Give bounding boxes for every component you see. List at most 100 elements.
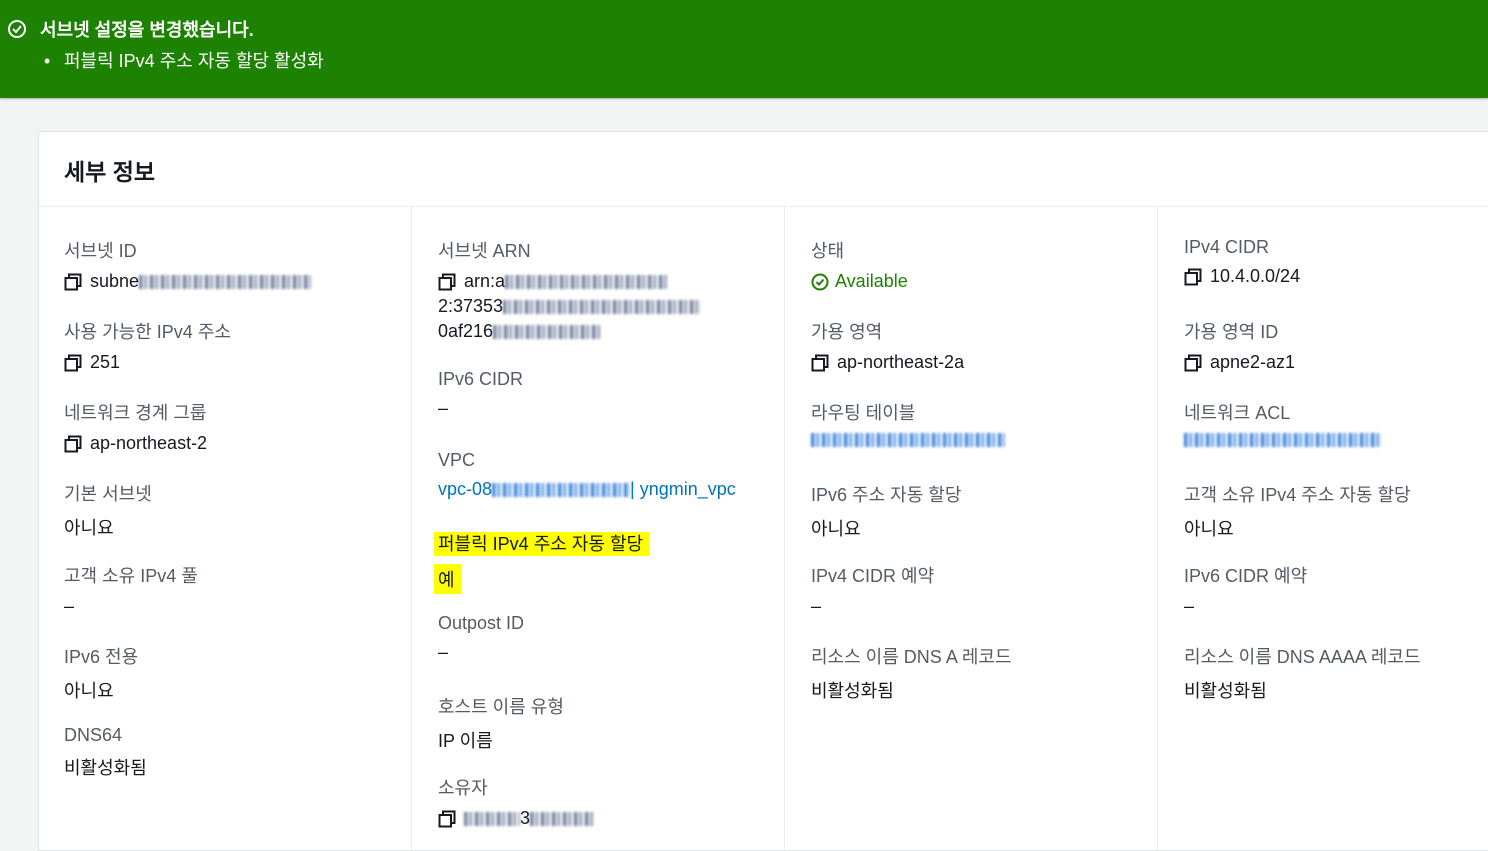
public-ipv4-label-wrap: 퍼블릭 IPv4 주소 자동 할당 [434,530,650,556]
ipv6-only-value: 아니요 [64,681,114,701]
network-border-value-row: ap-northeast-2 [64,433,207,454]
copy-icon[interactable] [811,354,829,372]
hostname-type-field: 호스트 이름 유형 IP 이름 [438,693,564,753]
az-id-field: 가용 영역 ID apne2-az1 [1184,318,1295,373]
network-border-value: ap-northeast-2 [90,433,208,453]
copy-icon[interactable] [438,273,456,291]
copy-icon[interactable] [438,810,456,828]
available-ipv4-value: 251 [90,352,121,372]
ipv6-cidr-reservation-field: IPv6 CIDR 예약 – [1184,562,1307,617]
network-acl-link[interactable] [1184,433,1382,447]
public-ipv4-auto-assign-field: 퍼블릭 IPv4 주소 자동 할당 예 [434,530,650,594]
az-id-value: apne2-az1 [1210,352,1296,372]
az-label: 가용 영역 [811,322,883,342]
route-table-label: 라우팅 테이블 [811,403,916,423]
dns-aaaa-record-field: 리소스 이름 DNS AAAA 레코드 비활성화됨 [1184,643,1421,703]
vpc-label: VPC [438,450,476,470]
dns-a-label: 리소스 이름 DNS A 레코드 [811,647,1012,667]
owner-value-row: 3 [438,808,595,829]
subnet-id-value-row: subne [64,271,312,292]
dns-a-record-field: 리소스 이름 DNS A 레코드 비활성화됨 [811,643,1012,703]
panel-title: 세부 정보 [64,159,156,185]
public-ipv4-value-wrap: 예 [434,564,649,594]
vpc-field: VPC vpc-08 | yngmin_vpc [438,450,736,500]
subnet-id-field: 서브넷 ID subne [64,237,312,292]
flash-list: • 퍼블릭 IPv4 주소 자동 할당 활성화 [44,47,324,73]
redacted-owner-2 [530,811,595,826]
customer-ipv4-auto-field: 고객 소유 IPv4 주소 자동 할당 아니요 [1184,481,1411,541]
default-subnet-label: 기본 서브넷 [64,484,152,504]
redacted-arn-1 [505,274,668,289]
network-border-group-field: 네트워크 경계 그룹 ap-northeast-2 [64,399,207,454]
arn-line3-text: 0af216 [438,321,494,341]
subnet-arn-label: 서브넷 ARN [438,241,531,261]
flash-bullet: • [44,51,51,71]
outpost-id-field: Outpost ID – [438,613,524,663]
state-field: 상태 Available [811,237,908,292]
copy-icon[interactable] [1184,268,1202,286]
hostname-type-label: 호스트 이름 유형 [438,697,564,717]
az-value-row: ap-northeast-2a [811,352,964,373]
route-table-link[interactable] [811,433,1005,447]
subnet-arn-field: 서브넷 ARN arn:a 2:37353 0af216 [438,237,702,342]
ipv4-cidr-value: 10.4.0.0/24 [1210,266,1301,286]
status-check-icon [811,273,829,290]
available-ipv4-field: 사용 가능한 IPv4 주소 251 [64,318,231,373]
owner-field: 소유자 3 [438,774,595,829]
copy-icon[interactable] [64,273,82,291]
redacted-subnet-id [139,274,312,289]
success-flash-banner: 서브넷 설정을 변경했습니다. • 퍼블릭 IPv4 주소 자동 할당 활성화 [0,0,1488,98]
redacted-owner-1 [464,811,520,826]
redacted-route-table [811,433,1005,447]
customer-pool-value: – [64,596,75,616]
subnet-id-value: subne [90,271,140,291]
default-subnet-value: 아니요 [64,518,114,538]
copy-icon[interactable] [64,435,82,453]
redacted-arn-3 [493,324,602,339]
available-ipv4-label: 사용 가능한 IPv4 주소 [64,322,231,342]
outpost-value: – [438,642,449,662]
dns64-label: DNS64 [64,725,123,745]
ipv4-cidr-reservation-value: – [811,596,822,616]
network-border-label: 네트워크 경계 그룹 [64,403,207,423]
details-column-1: 서브넷 ID subne 사용 가능한 IPv4 주소 251 네트워크 경계 … [64,207,412,850]
details-column-3: 상태 Available 가용 영역 ap-northeast-2a 라우팅 테… [784,207,1158,850]
dns-a-value: 비활성화됨 [811,681,894,701]
ipv6-cidr-reservation-label: IPv6 CIDR 예약 [1184,566,1308,586]
available-ipv4-value-row: 251 [64,352,231,373]
ipv4-cidr-field: IPv4 CIDR 10.4.0.0/24 [1184,237,1300,287]
copy-icon[interactable] [1184,354,1202,372]
ipv4-cidr-value-row: 10.4.0.0/24 [1184,266,1300,287]
ipv6-only-field: IPv6 전용 아니요 [64,643,138,703]
subnet-arn-line3: 0af216 [438,321,701,342]
customer-pool-label: 고객 소유 IPv4 풀 [64,566,198,586]
ipv6-auto-assign-field: IPv6 주소 자동 할당 아니요 [811,481,961,541]
details-panel: 세부 정보 서브넷 ID subne 사용 가능한 IPv4 주소 251 네트… [38,131,1488,851]
az-id-value-row: apne2-az1 [1184,352,1295,373]
copy-icon[interactable] [64,354,82,372]
ipv6-only-label: IPv6 전용 [64,647,139,667]
customer-pool-field: 고객 소유 IPv4 풀 – [64,562,198,617]
ipv4-cidr-reservation-label: IPv4 CIDR 예약 [811,566,935,586]
ipv6-cidr-value: – [438,398,449,418]
details-column-2: 서브넷 ARN arn:a 2:37353 0af216 IPv6 CIDR – [411,207,785,850]
dns-aaaa-value: 비활성화됨 [1184,681,1267,701]
dns64-value: 비활성화됨 [64,758,147,778]
route-table-field: 라우팅 테이블 [811,399,1005,447]
state-value-row: Available [811,271,908,292]
subnet-arn-line1: arn:a [438,271,701,292]
public-ipv4-label: 퍼블릭 IPv4 주소 자동 할당 [434,532,650,556]
owner-value: 3 [520,808,531,828]
hostname-type-value: IP 이름 [438,731,493,751]
vpc-link[interactable]: vpc-08 | yngmin_vpc [438,479,736,500]
vpc-name: | yngmin_vpc [630,479,736,499]
ipv4-cidr-reservation-field: IPv4 CIDR 예약 – [811,562,934,617]
public-ipv4-value: 예 [434,564,461,594]
ipv6-cidr-reservation-value: – [1184,596,1195,616]
details-column-4: IPv4 CIDR 10.4.0.0/24 가용 영역 ID apne2-az1… [1157,207,1488,850]
flash-item: 퍼블릭 IPv4 주소 자동 할당 활성화 [64,51,324,71]
az-id-label: 가용 영역 ID [1184,322,1279,342]
ipv6-cidr-field: IPv6 CIDR – [438,369,523,419]
default-subnet-field: 기본 서브넷 아니요 [64,480,152,540]
dns-aaaa-label: 리소스 이름 DNS AAAA 레코드 [1184,647,1421,667]
